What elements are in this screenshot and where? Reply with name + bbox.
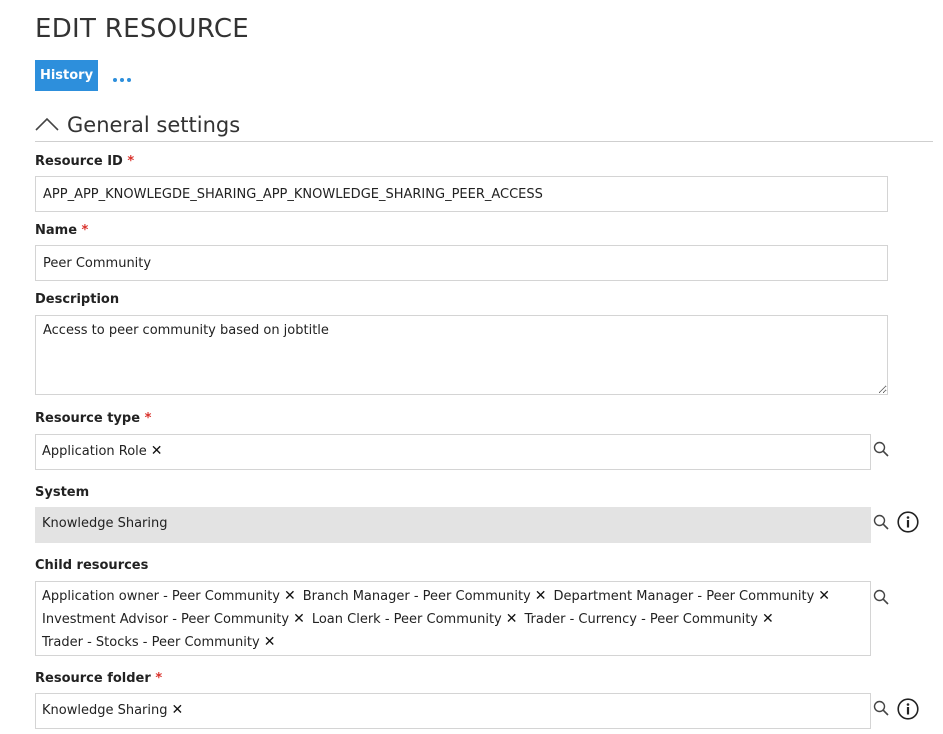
description-textarea[interactable]: Access to peer community based on jobtit… [35, 315, 888, 395]
remove-tag-icon[interactable]: ✕ [264, 631, 276, 653]
name-input[interactable] [35, 245, 888, 281]
system-label: System [35, 485, 90, 500]
required-marker: * [127, 154, 135, 169]
resource-id-label: Resource ID * [35, 154, 135, 169]
search-icon[interactable] [873, 441, 889, 457]
remove-tag-icon[interactable]: ✕ [172, 699, 184, 721]
tag-item: Trader - Stocks - Peer Community ✕ [42, 631, 275, 654]
remove-tag-icon[interactable]: ✕ [818, 585, 830, 607]
info-icon[interactable] [897, 698, 919, 720]
tag-item: Knowledge Sharing ✕ [42, 699, 183, 722]
tag-item: Application owner - Peer Community ✕ [42, 585, 296, 608]
search-icon[interactable] [873, 700, 889, 716]
remove-tag-icon[interactable]: ✕ [506, 608, 518, 630]
tag-item: Loan Clerk - Peer Community ✕ [312, 608, 518, 631]
required-marker: * [144, 411, 152, 426]
info-icon[interactable] [897, 511, 919, 533]
remove-tag-icon[interactable]: ✕ [293, 608, 305, 630]
resource-type-label: Resource type * [35, 411, 152, 426]
resource-folder-field[interactable]: Knowledge Sharing ✕ [35, 693, 871, 729]
tag-item: Branch Manager - Peer Community ✕ [303, 585, 547, 608]
remove-tag-icon[interactable]: ✕ [535, 585, 547, 607]
system-value: Knowledge Sharing [42, 516, 168, 531]
history-button[interactable]: History [35, 60, 98, 91]
resource-id-input[interactable] [35, 176, 888, 212]
search-icon[interactable] [873, 514, 889, 530]
remove-tag-icon[interactable]: ✕ [151, 440, 163, 462]
more-horizontal-icon[interactable] [113, 78, 131, 82]
system-field: Knowledge Sharing [35, 507, 871, 543]
name-label: Name * [35, 223, 89, 238]
child-resources-label: Child resources [35, 558, 149, 573]
tag-item: Investment Advisor - Peer Community ✕ [42, 608, 305, 631]
required-marker: * [81, 223, 89, 238]
search-icon[interactable] [873, 589, 889, 605]
description-label: Description [35, 292, 120, 307]
general-settings-header[interactable]: General settings [35, 108, 933, 142]
resource-type-field[interactable]: Application Role ✕ [35, 434, 871, 470]
remove-tag-icon[interactable]: ✕ [284, 585, 296, 607]
resource-folder-label: Resource folder * [35, 671, 163, 686]
tag-item: Trader - Currency - Peer Community ✕ [525, 608, 774, 631]
page-title: EDIT RESOURCE [35, 14, 250, 44]
remove-tag-icon[interactable]: ✕ [762, 608, 774, 630]
tag-item: Application Role ✕ [42, 440, 163, 463]
required-marker: * [155, 671, 163, 686]
tag-item: Department Manager - Peer Community ✕ [553, 585, 830, 608]
section-title: General settings [67, 112, 241, 137]
child-resources-field[interactable]: Application owner - Peer Community ✕ Branc… [35, 581, 871, 656]
chevron-up-icon[interactable] [35, 117, 59, 131]
